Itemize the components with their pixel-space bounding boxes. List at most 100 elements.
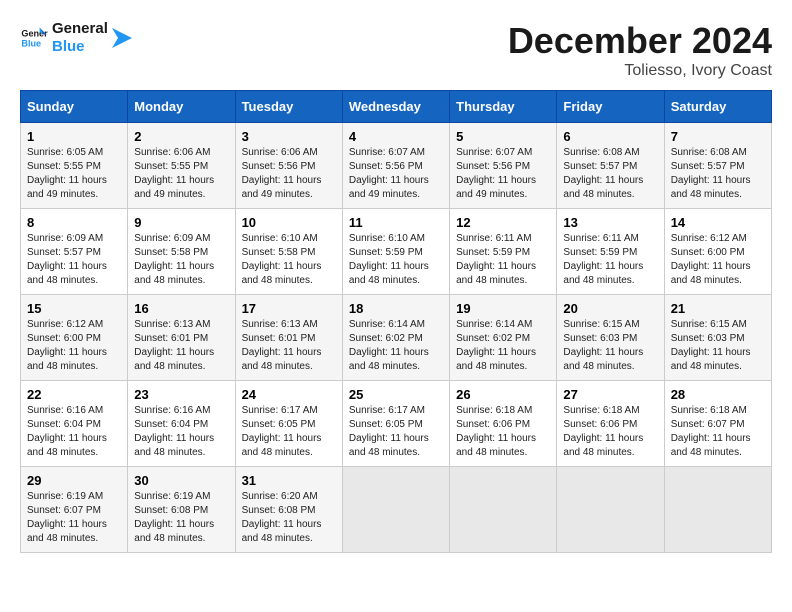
day-cell: 22 Sunrise: 6:16 AMSunset: 6:04 PMDaylig… — [21, 381, 128, 467]
day-cell: 24 Sunrise: 6:17 AMSunset: 6:05 PMDaylig… — [235, 381, 342, 467]
day-number: 16 — [134, 301, 228, 316]
day-cell — [664, 467, 771, 553]
day-cell: 25 Sunrise: 6:17 AMSunset: 6:05 PMDaylig… — [342, 381, 449, 467]
day-number: 1 — [27, 129, 121, 144]
day-info: Sunrise: 6:18 AMSunset: 6:07 PMDaylight:… — [671, 405, 751, 458]
day-info: Sunrise: 6:08 AMSunset: 5:57 PMDaylight:… — [563, 147, 643, 200]
day-number: 22 — [27, 387, 121, 402]
day-number: 20 — [563, 301, 657, 316]
day-number: 5 — [456, 129, 550, 144]
day-info: Sunrise: 6:16 AMSunset: 6:04 PMDaylight:… — [134, 405, 214, 458]
day-number: 13 — [563, 215, 657, 230]
day-info: Sunrise: 6:20 AMSunset: 6:08 PMDaylight:… — [242, 491, 322, 544]
day-cell: 4 Sunrise: 6:07 AMSunset: 5:56 PMDayligh… — [342, 123, 449, 209]
day-cell: 17 Sunrise: 6:13 AMSunset: 6:01 PMDaylig… — [235, 295, 342, 381]
logo-arrow-icon — [112, 28, 132, 48]
day-number: 31 — [242, 473, 336, 488]
day-info: Sunrise: 6:19 AMSunset: 6:07 PMDaylight:… — [27, 491, 107, 544]
day-number: 23 — [134, 387, 228, 402]
day-number: 12 — [456, 215, 550, 230]
day-info: Sunrise: 6:12 AMSunset: 6:00 PMDaylight:… — [27, 319, 107, 372]
logo-blue: Blue — [52, 38, 108, 56]
logo-general: General — [52, 20, 108, 38]
day-number: 26 — [456, 387, 550, 402]
day-info: Sunrise: 6:06 AMSunset: 5:55 PMDaylight:… — [134, 147, 214, 200]
day-info: Sunrise: 6:05 AMSunset: 5:55 PMDaylight:… — [27, 147, 107, 200]
week-row-3: 15 Sunrise: 6:12 AMSunset: 6:00 PMDaylig… — [21, 295, 772, 381]
week-row-1: 1 Sunrise: 6:05 AMSunset: 5:55 PMDayligh… — [21, 123, 772, 209]
day-cell: 5 Sunrise: 6:07 AMSunset: 5:56 PMDayligh… — [450, 123, 557, 209]
day-cell: 30 Sunrise: 6:19 AMSunset: 6:08 PMDaylig… — [128, 467, 235, 553]
header-thursday: Thursday — [450, 91, 557, 123]
day-info: Sunrise: 6:09 AMSunset: 5:58 PMDaylight:… — [134, 233, 214, 286]
day-cell: 31 Sunrise: 6:20 AMSunset: 6:08 PMDaylig… — [235, 467, 342, 553]
day-info: Sunrise: 6:18 AMSunset: 6:06 PMDaylight:… — [456, 405, 536, 458]
day-number: 30 — [134, 473, 228, 488]
day-info: Sunrise: 6:07 AMSunset: 5:56 PMDaylight:… — [349, 147, 429, 200]
day-cell: 7 Sunrise: 6:08 AMSunset: 5:57 PMDayligh… — [664, 123, 771, 209]
header-monday: Monday — [128, 91, 235, 123]
day-cell: 18 Sunrise: 6:14 AMSunset: 6:02 PMDaylig… — [342, 295, 449, 381]
day-number: 3 — [242, 129, 336, 144]
day-cell: 26 Sunrise: 6:18 AMSunset: 6:06 PMDaylig… — [450, 381, 557, 467]
day-cell: 23 Sunrise: 6:16 AMSunset: 6:04 PMDaylig… — [128, 381, 235, 467]
day-info: Sunrise: 6:15 AMSunset: 6:03 PMDaylight:… — [563, 319, 643, 372]
header-saturday: Saturday — [664, 91, 771, 123]
day-cell: 13 Sunrise: 6:11 AMSunset: 5:59 PMDaylig… — [557, 209, 664, 295]
day-number: 21 — [671, 301, 765, 316]
day-cell: 15 Sunrise: 6:12 AMSunset: 6:00 PMDaylig… — [21, 295, 128, 381]
day-cell — [342, 467, 449, 553]
day-number: 24 — [242, 387, 336, 402]
day-info: Sunrise: 6:12 AMSunset: 6:00 PMDaylight:… — [671, 233, 751, 286]
header-row: Sunday Monday Tuesday Wednesday Thursday… — [21, 91, 772, 123]
day-info: Sunrise: 6:18 AMSunset: 6:06 PMDaylight:… — [563, 405, 643, 458]
location: Toliesso, Ivory Coast — [508, 62, 772, 80]
day-number: 19 — [456, 301, 550, 316]
day-info: Sunrise: 6:11 AMSunset: 5:59 PMDaylight:… — [563, 233, 643, 286]
day-number: 4 — [349, 129, 443, 144]
day-cell — [557, 467, 664, 553]
day-cell: 20 Sunrise: 6:15 AMSunset: 6:03 PMDaylig… — [557, 295, 664, 381]
day-cell: 11 Sunrise: 6:10 AMSunset: 5:59 PMDaylig… — [342, 209, 449, 295]
day-cell: 28 Sunrise: 6:18 AMSunset: 6:07 PMDaylig… — [664, 381, 771, 467]
day-cell: 29 Sunrise: 6:19 AMSunset: 6:07 PMDaylig… — [21, 467, 128, 553]
day-info: Sunrise: 6:10 AMSunset: 5:58 PMDaylight:… — [242, 233, 322, 286]
week-row-5: 29 Sunrise: 6:19 AMSunset: 6:07 PMDaylig… — [21, 467, 772, 553]
day-cell: 9 Sunrise: 6:09 AMSunset: 5:58 PMDayligh… — [128, 209, 235, 295]
day-cell: 10 Sunrise: 6:10 AMSunset: 5:58 PMDaylig… — [235, 209, 342, 295]
day-info: Sunrise: 6:14 AMSunset: 6:02 PMDaylight:… — [456, 319, 536, 372]
svg-text:Blue: Blue — [21, 38, 41, 48]
day-number: 10 — [242, 215, 336, 230]
week-row-4: 22 Sunrise: 6:16 AMSunset: 6:04 PMDaylig… — [21, 381, 772, 467]
day-cell: 14 Sunrise: 6:12 AMSunset: 6:00 PMDaylig… — [664, 209, 771, 295]
day-cell: 16 Sunrise: 6:13 AMSunset: 6:01 PMDaylig… — [128, 295, 235, 381]
day-number: 18 — [349, 301, 443, 316]
day-number: 8 — [27, 215, 121, 230]
day-info: Sunrise: 6:19 AMSunset: 6:08 PMDaylight:… — [134, 491, 214, 544]
week-row-2: 8 Sunrise: 6:09 AMSunset: 5:57 PMDayligh… — [21, 209, 772, 295]
day-info: Sunrise: 6:11 AMSunset: 5:59 PMDaylight:… — [456, 233, 536, 286]
logo: General Blue General Blue — [20, 20, 132, 56]
day-info: Sunrise: 6:09 AMSunset: 5:57 PMDaylight:… — [27, 233, 107, 286]
day-number: 2 — [134, 129, 228, 144]
day-info: Sunrise: 6:17 AMSunset: 6:05 PMDaylight:… — [242, 405, 322, 458]
title-area: December 2024 Toliesso, Ivory Coast — [508, 20, 772, 80]
day-info: Sunrise: 6:10 AMSunset: 5:59 PMDaylight:… — [349, 233, 429, 286]
day-cell: 21 Sunrise: 6:15 AMSunset: 6:03 PMDaylig… — [664, 295, 771, 381]
day-info: Sunrise: 6:14 AMSunset: 6:02 PMDaylight:… — [349, 319, 429, 372]
day-info: Sunrise: 6:17 AMSunset: 6:05 PMDaylight:… — [349, 405, 429, 458]
day-cell — [450, 467, 557, 553]
logo-icon: General Blue — [20, 24, 48, 52]
day-info: Sunrise: 6:08 AMSunset: 5:57 PMDaylight:… — [671, 147, 751, 200]
header-tuesday: Tuesday — [235, 91, 342, 123]
day-cell: 6 Sunrise: 6:08 AMSunset: 5:57 PMDayligh… — [557, 123, 664, 209]
day-number: 9 — [134, 215, 228, 230]
day-number: 14 — [671, 215, 765, 230]
header-wednesday: Wednesday — [342, 91, 449, 123]
day-number: 11 — [349, 215, 443, 230]
day-number: 29 — [27, 473, 121, 488]
day-info: Sunrise: 6:16 AMSunset: 6:04 PMDaylight:… — [27, 405, 107, 458]
day-cell: 3 Sunrise: 6:06 AMSunset: 5:56 PMDayligh… — [235, 123, 342, 209]
header-friday: Friday — [557, 91, 664, 123]
day-number: 25 — [349, 387, 443, 402]
